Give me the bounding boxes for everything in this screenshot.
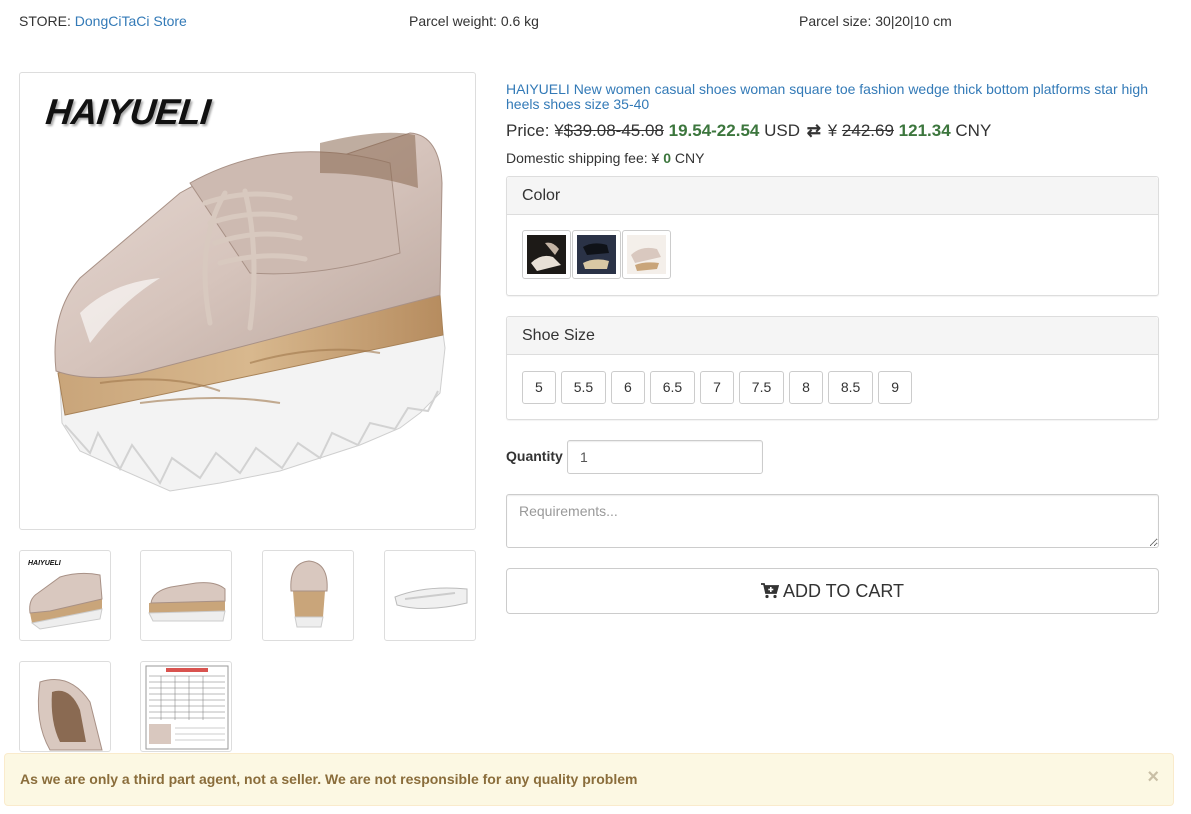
main-product-image: HAIYUELI bbox=[19, 72, 476, 530]
thumbnail-shoe-image bbox=[148, 582, 226, 622]
usd-unit: USD bbox=[764, 121, 800, 140]
cny-sale-price: 121.34 bbox=[898, 121, 951, 140]
shipping-label: Domestic shipping fee: bbox=[506, 150, 648, 166]
cny-original-price: 242.69 bbox=[841, 121, 894, 140]
store-info-bar: STORE: DongCiTaCi Store Parcel weight: 0… bbox=[19, 13, 1169, 31]
store-link[interactable]: DongCiTaCi Store bbox=[75, 13, 187, 29]
color-swatch-image bbox=[577, 235, 616, 274]
price-label: Price: bbox=[506, 121, 550, 140]
thumbnail-shoe-image bbox=[290, 560, 328, 628]
svg-text:HAIYUELI: HAIYUELI bbox=[28, 560, 62, 567]
thumbnail-2[interactable] bbox=[140, 550, 232, 641]
color-panel: Color bbox=[506, 176, 1159, 296]
size-chart-image bbox=[145, 665, 229, 750]
thumbnail-shoe-image bbox=[394, 587, 468, 610]
shoe-size-panel: Shoe Size 5 5.5 6 6.5 7 7.5 8 8.5 9 bbox=[506, 316, 1159, 420]
color-swatch-2[interactable] bbox=[572, 230, 621, 279]
shipping-fee: Domestic shipping fee: ¥ 0 CNY bbox=[506, 150, 704, 166]
color-swatch-3[interactable] bbox=[622, 230, 671, 279]
add-to-cart-button[interactable]: ADD TO CART bbox=[506, 568, 1159, 614]
store-info: STORE: DongCiTaCi Store bbox=[19, 13, 187, 29]
cny-currency-symbol: ¥ bbox=[827, 121, 838, 140]
shoe-illustration bbox=[54, 132, 446, 492]
usd-original-price: $39.08-45.08 bbox=[563, 121, 664, 140]
thumbnail-6-size-chart[interactable] bbox=[140, 661, 232, 752]
thumbnail-3[interactable] bbox=[262, 550, 354, 641]
thumbnail-5[interactable] bbox=[19, 661, 111, 752]
color-swatch-1[interactable] bbox=[522, 230, 571, 279]
thumbnail-shoe-image bbox=[37, 679, 103, 751]
thumbnail-4[interactable] bbox=[384, 550, 476, 641]
shipping-value: 0 bbox=[663, 150, 672, 166]
disclaimer-text: As we are only a third part agent, not a… bbox=[20, 771, 638, 787]
size-option-7-5[interactable]: 7.5 bbox=[738, 371, 785, 404]
size-option-6[interactable]: 6 bbox=[611, 371, 645, 404]
shoe-size-panel-heading: Shoe Size bbox=[507, 317, 1158, 355]
size-option-9[interactable]: 9 bbox=[878, 371, 912, 404]
usd-sale-price: 19.54-22.54 bbox=[668, 121, 760, 140]
close-icon[interactable]: × bbox=[1147, 754, 1159, 801]
size-option-5-5[interactable]: 5.5 bbox=[560, 371, 607, 404]
add-to-cart-label: ADD TO CART bbox=[782, 580, 905, 601]
color-swatch-image bbox=[527, 235, 566, 274]
quantity-label: Quantity bbox=[506, 448, 563, 464]
exchange-icon: ⇄ bbox=[806, 121, 821, 140]
price-line: Price: ¥$39.08-45.08 19.54-22.54 USD ⇄ ¥… bbox=[506, 121, 991, 141]
color-panel-heading: Color bbox=[507, 177, 1158, 215]
thumbnail-shoe-image: HAIYUELI bbox=[28, 560, 103, 630]
shipping-unit: CNY bbox=[674, 150, 705, 166]
shipping-currency-symbol: ¥ bbox=[651, 150, 660, 166]
cny-unit: CNY bbox=[955, 121, 992, 140]
thumbnail-1[interactable]: HAIYUELI bbox=[19, 550, 111, 641]
size-option-6-5[interactable]: 6.5 bbox=[649, 371, 696, 404]
size-option-8[interactable]: 8 bbox=[789, 371, 823, 404]
size-option-5[interactable]: 5 bbox=[522, 371, 556, 404]
disclaimer-alert: As we are only a third part agent, not a… bbox=[4, 753, 1174, 806]
parcel-weight: Parcel weight: 0.6 kg bbox=[409, 13, 539, 29]
color-swatch-image bbox=[627, 235, 666, 274]
quantity-input[interactable] bbox=[567, 440, 763, 474]
product-title-link[interactable]: HAIYUELI New women casual shoes woman sq… bbox=[506, 82, 1161, 112]
store-label: STORE: bbox=[19, 13, 71, 29]
cart-icon bbox=[760, 583, 779, 599]
size-option-7[interactable]: 7 bbox=[700, 371, 734, 404]
size-option-8-5[interactable]: 8.5 bbox=[827, 371, 874, 404]
parcel-size: Parcel size: 30|20|10 cm bbox=[799, 13, 952, 29]
requirements-textarea[interactable] bbox=[506, 494, 1159, 548]
usd-currency-symbol: ¥ bbox=[554, 121, 564, 140]
